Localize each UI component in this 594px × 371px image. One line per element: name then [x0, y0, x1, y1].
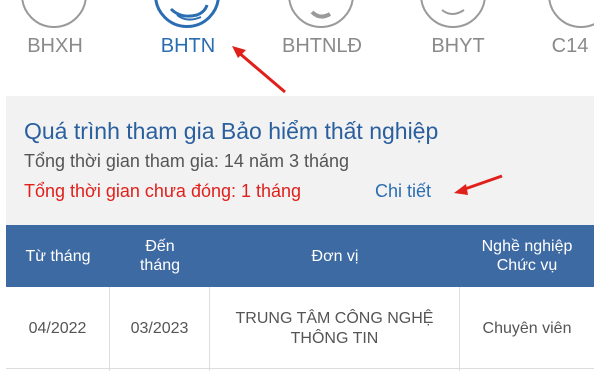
tab-bhyt-icon[interactable] — [420, 0, 486, 28]
tab-bhtn-icon[interactable] — [154, 0, 220, 28]
cell-to-month: 03/2023 — [110, 287, 210, 371]
column-header-occupation: Nghề nghiệp Chức vụ — [481, 238, 573, 274]
tab-bhtnld[interactable]: BHTNLĐ — [282, 35, 362, 58]
table-row[interactable]: 04/2022 03/2023 TRUNG TÂM CÔNG NGHỆ THÔN… — [6, 287, 594, 371]
tab-bhxh-icon[interactable] — [21, 0, 87, 28]
column-header-unit: Đơn vị — [311, 247, 359, 265]
cell-occupation: Chuyên viên — [482, 320, 572, 337]
tab-bhyt[interactable]: BHYT — [431, 35, 484, 58]
health-icon — [441, 9, 465, 15]
tab-bhxh[interactable]: BHXH — [27, 35, 83, 58]
row-divider — [6, 368, 594, 369]
cell-from-month: 04/2022 — [6, 287, 110, 371]
tab-c14-icon[interactable] — [548, 0, 594, 28]
tab-bhtn[interactable]: BHTN — [161, 35, 215, 58]
panel-title: Quá trình tham gia Bảo hiểm thất nghiệp — [24, 118, 439, 144]
history-table-header: Từ tháng Đến tháng Đơn vị Nghề nghiệp Ch… — [6, 225, 594, 287]
column-header-from-month: Từ tháng — [25, 247, 91, 265]
cell-unit: TRUNG TÂM CÔNG NGHỆ THÔNG TIN — [210, 287, 460, 371]
hands-icon — [310, 10, 332, 19]
total-participation-time: Tổng thời gian tham gia: 14 năm 3 tháng — [24, 151, 350, 171]
detail-link[interactable]: Chi tiết — [375, 181, 431, 202]
column-header-to-month: Đến tháng — [139, 238, 181, 274]
wave-icon — [169, 4, 209, 21]
unpaid-time: Tổng thời gian chưa đóng: 1 tháng — [24, 181, 302, 201]
tab-bhtnld-icon[interactable] — [288, 0, 354, 28]
insurance-tab-bar: BHXH BHTN BHTNLĐ BHYT C14 — [0, 0, 594, 90]
tab-c14[interactable]: C14 — [552, 35, 589, 58]
